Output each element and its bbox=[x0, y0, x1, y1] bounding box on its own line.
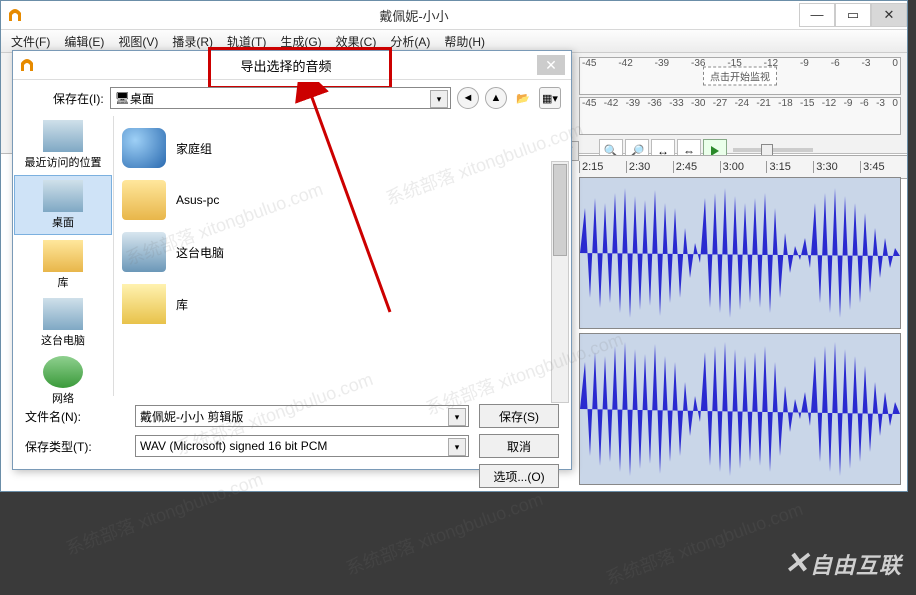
watermark: 系统部落 xitongbuluo.com bbox=[602, 495, 806, 591]
filetype-select[interactable]: WAV (Microsoft) signed 16 bit PCM▾ bbox=[135, 435, 469, 457]
menu-analyze[interactable]: 分析(A) bbox=[384, 31, 436, 52]
save-in-label: 保存在(I): bbox=[53, 90, 104, 107]
options-button[interactable]: 选项...(O) bbox=[479, 464, 559, 488]
minimize-button[interactable]: — bbox=[799, 3, 835, 27]
places-bar: 最近访问的位置 桌面 库 这台电脑 网络 bbox=[13, 116, 113, 396]
titlebar: 戴佩妮-小小 — ▭ ✕ bbox=[1, 1, 907, 30]
menu-view[interactable]: 视图(V) bbox=[112, 31, 164, 52]
thispc-icon bbox=[122, 232, 166, 272]
meter-scale-bottom: -45-42-39-36-33-30-27-24-21-18-15-12-9-6… bbox=[580, 98, 900, 109]
filename-label: 文件名(N): bbox=[25, 408, 125, 425]
chevron-down-icon[interactable]: ▾ bbox=[430, 90, 448, 108]
filename-input[interactable]: 戴佩妮-小小 剪辑版▾ bbox=[135, 405, 469, 427]
filetype-label: 保存类型(T): bbox=[25, 438, 125, 455]
app-icon bbox=[7, 7, 23, 23]
dialog-close-button[interactable]: ✕ bbox=[537, 55, 565, 75]
maximize-button[interactable]: ▭ bbox=[835, 3, 871, 27]
menu-help[interactable]: 帮助(H) bbox=[438, 31, 491, 52]
list-item[interactable]: Asus-pc bbox=[120, 174, 565, 226]
place-libraries[interactable]: 库 bbox=[13, 236, 113, 294]
recording-meter[interactable]: -45-42-39-36 点击开始监视 -15-12-9-6-30 bbox=[579, 57, 901, 95]
dialog-title: 导出选择的音频 bbox=[35, 56, 537, 75]
recent-icon bbox=[43, 120, 83, 152]
desktop-place-icon bbox=[43, 180, 83, 212]
libraries-icon bbox=[43, 240, 83, 272]
waveform-right[interactable] bbox=[579, 333, 901, 485]
views-button[interactable]: ▦▾ bbox=[539, 87, 561, 109]
window-title: 戴佩妮-小小 bbox=[29, 6, 799, 25]
waveform-area bbox=[579, 177, 901, 485]
file-list[interactable]: 家庭组 Asus-pc 这台电脑 库 bbox=[113, 116, 571, 396]
export-dialog: 导出选择的音频 ✕ 保存在(I): 🖥 桌面 ▾ ◄ ▲ 📂 ▦▾ 最近访问的位… bbox=[12, 50, 572, 470]
network-icon bbox=[43, 356, 83, 388]
place-computer[interactable]: 这台电脑 bbox=[13, 294, 113, 352]
screen: 戴佩妮-小小 — ▭ ✕ 文件(F) 编辑(E) 视图(V) 播录(R) 轨道(… bbox=[0, 0, 916, 595]
place-desktop[interactable]: 桌面 bbox=[14, 175, 112, 235]
meter-scale-top: -45-42-39-36 点击开始监视 -15-12-9-6-30 bbox=[580, 58, 900, 69]
save-button[interactable]: 保存(S) bbox=[479, 404, 559, 428]
menu-effect[interactable]: 效果(C) bbox=[330, 31, 383, 52]
homegroup-icon bbox=[122, 128, 166, 168]
menu-generate[interactable]: 生成(G) bbox=[274, 31, 327, 52]
chevron-down-icon[interactable]: ▾ bbox=[448, 438, 466, 456]
save-in-combo[interactable]: 🖥 桌面 ▾ bbox=[110, 87, 451, 109]
site-logo: ✕自由互联 bbox=[784, 546, 902, 581]
playback-meter[interactable]: -45-42-39-36-33-30-27-24-21-18-15-12-9-6… bbox=[579, 97, 901, 135]
back-button[interactable]: ◄ bbox=[457, 87, 479, 109]
cancel-button[interactable]: 取消 bbox=[479, 434, 559, 458]
dialog-toolbar: 保存在(I): 🖥 桌面 ▾ ◄ ▲ 📂 ▦▾ bbox=[13, 80, 571, 116]
dialog-body: 最近访问的位置 桌面 库 这台电脑 网络 家庭组 Asus-pc 这台电脑 库 bbox=[13, 116, 571, 396]
desktop-icon: 🖥 bbox=[115, 91, 130, 105]
list-item[interactable]: 库 bbox=[120, 278, 565, 330]
computer-icon bbox=[43, 298, 83, 330]
scrollbar-thumb[interactable] bbox=[553, 164, 567, 256]
watermark: 系统部落 xitongbuluo.com bbox=[342, 485, 546, 581]
list-item[interactable]: 这台电脑 bbox=[120, 226, 565, 278]
click-to-monitor[interactable]: 点击开始监视 bbox=[703, 67, 777, 86]
logo-x-icon: ✕ bbox=[784, 547, 810, 580]
save-in-value: 桌面 bbox=[130, 90, 154, 107]
waveform-left[interactable] bbox=[579, 177, 901, 329]
up-button[interactable]: ▲ bbox=[485, 87, 507, 109]
playback-speed-slider[interactable] bbox=[733, 148, 813, 152]
menu-edit[interactable]: 编辑(E) bbox=[58, 31, 110, 52]
timeline-ruler[interactable]: 2:15 2:30 2:45 3:00 3:15 3:30 3:45 bbox=[579, 155, 907, 179]
file-list-scrollbar[interactable] bbox=[551, 161, 569, 403]
close-button[interactable]: ✕ bbox=[871, 3, 907, 27]
list-item[interactable]: 家庭组 bbox=[120, 122, 565, 174]
place-network[interactable]: 网络 bbox=[13, 352, 113, 410]
menu-file[interactable]: 文件(F) bbox=[5, 31, 56, 52]
chevron-down-icon[interactable]: ▾ bbox=[448, 408, 466, 426]
dialog-bottom: 文件名(N): 戴佩妮-小小 剪辑版▾ 保存(S) 保存类型(T): WAV (… bbox=[13, 396, 571, 496]
new-folder-button[interactable]: 📂 bbox=[513, 88, 533, 108]
menu-record[interactable]: 播录(R) bbox=[166, 31, 219, 52]
folder-icon bbox=[122, 180, 166, 220]
place-recent[interactable]: 最近访问的位置 bbox=[13, 116, 113, 174]
library-icon bbox=[122, 284, 166, 324]
audacity-icon bbox=[19, 57, 35, 73]
dialog-titlebar: 导出选择的音频 ✕ bbox=[13, 51, 571, 80]
menu-tracks[interactable]: 轨道(T) bbox=[221, 31, 272, 52]
window-buttons: — ▭ ✕ bbox=[799, 4, 907, 27]
